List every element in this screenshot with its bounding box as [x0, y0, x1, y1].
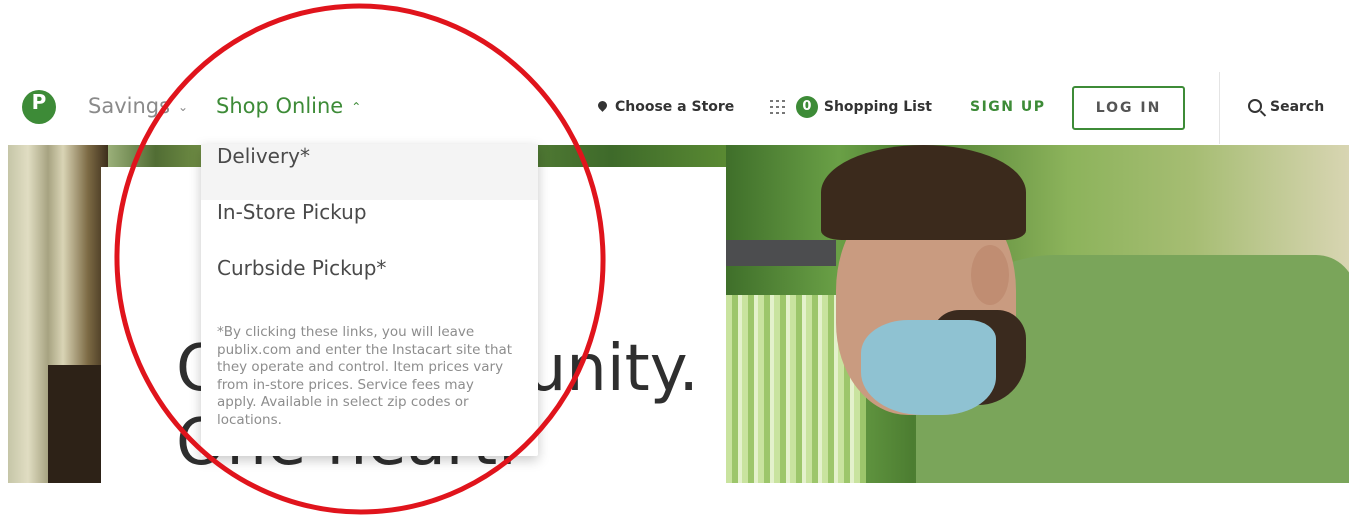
employee-ear [971, 245, 1009, 305]
sign-up-link[interactable]: SIGN UP [970, 99, 1046, 115]
nav-shop-online[interactable]: Shop Online ⌃ [216, 94, 361, 118]
produce-shelf [726, 240, 836, 266]
log-in-button[interactable]: LOG IN [1072, 86, 1185, 130]
choose-store-link[interactable]: Choose a Store [596, 99, 735, 115]
search-icon [1248, 99, 1262, 113]
list-icon [770, 98, 788, 116]
shopping-list-label: Shopping List [823, 99, 932, 115]
search-label: Search [1270, 99, 1325, 115]
employee-face-mask [861, 320, 996, 415]
logo-letter: P [31, 90, 47, 114]
dropdown-disclaimer: *By clicking these links, you will leave… [217, 324, 513, 428]
nav-savings-label: Savings [88, 94, 171, 118]
nav-savings[interactable]: Savings ⌄ [88, 94, 188, 118]
header-divider [1219, 72, 1220, 144]
publix-logo[interactable]: P [22, 90, 56, 124]
hero-left-image-shadow [48, 365, 108, 483]
location-pin-icon [596, 99, 609, 112]
employee-hair [821, 145, 1026, 240]
dropdown-item-delivery[interactable]: Delivery* [201, 144, 538, 200]
chevron-down-icon: ⌄ [178, 100, 189, 114]
shopping-list-link[interactable]: 0 Shopping List [770, 96, 932, 118]
chevron-up-icon: ⌃ [351, 100, 362, 114]
shop-online-dropdown: Delivery* In-Store Pickup Curbside Picku… [201, 144, 538, 456]
search-button[interactable]: Search [1248, 99, 1324, 115]
nav-shop-online-label: Shop Online [216, 94, 344, 118]
dropdown-item-curbside-pickup[interactable]: Curbside Pickup* [201, 256, 538, 312]
hero-photo-employee [726, 145, 1349, 483]
choose-store-label: Choose a Store [615, 99, 735, 115]
site-header: P Savings ⌄ Shop Online ⌃ Choose a Store 0… [0, 72, 1351, 144]
dropdown-item-in-store-pickup[interactable]: In-Store Pickup [201, 200, 538, 256]
shopping-list-count-badge: 0 [795, 96, 818, 118]
